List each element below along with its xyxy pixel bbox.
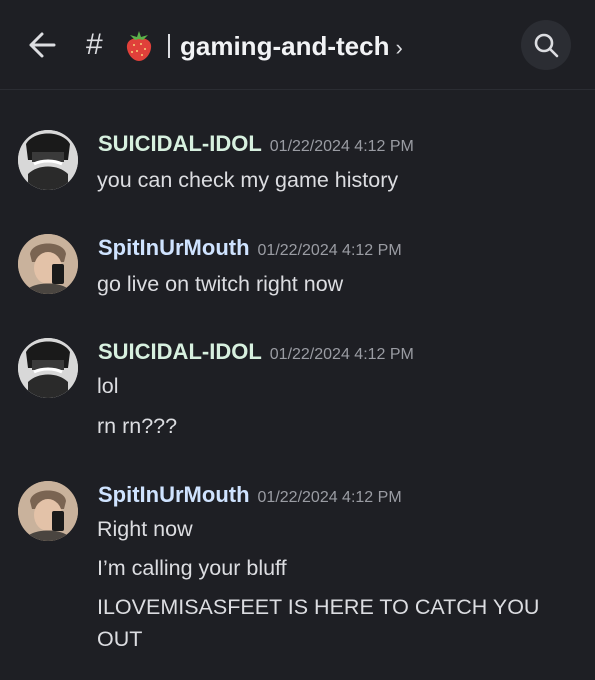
- message-text: OUT: [97, 627, 143, 651]
- channel-name-label: gaming-and-tech: [180, 31, 390, 61]
- header-divider: [168, 34, 170, 58]
- timestamp: 01/22/2024 4:12 PM: [269, 346, 414, 363]
- message-text: rn rn???: [97, 414, 178, 438]
- message-text: ILOVEMISASFEET IS HERE TO CATCH YOU: [97, 595, 540, 619]
- strawberry-icon: [124, 28, 154, 62]
- channel-title[interactable]: gaming-and-tech ›: [180, 30, 403, 64]
- username[interactable]: SpitInUrMouth: [98, 482, 250, 507]
- message-text: I’m calling your bluff: [97, 556, 287, 580]
- timestamp: 01/22/2024 4:12 PM: [269, 138, 414, 155]
- message-header: SpitInUrMouth 01/22/2024 4:12 PM: [98, 234, 402, 265]
- username[interactable]: SUICIDAL-IDOL: [98, 131, 262, 156]
- message-text: Right now: [97, 517, 193, 541]
- message-text: go live on twitch right now: [97, 272, 344, 296]
- timestamp: 01/22/2024 4:12 PM: [257, 242, 402, 259]
- message-header: SpitInUrMouth 01/22/2024 4:12 PM: [98, 481, 402, 512]
- search-button[interactable]: [521, 20, 571, 70]
- avatar[interactable]: [18, 481, 78, 541]
- chevron-right-icon: ›: [395, 35, 403, 60]
- username[interactable]: SUICIDAL-IDOL: [98, 339, 262, 364]
- message-header: SUICIDAL-IDOL 01/22/2024 4:12 PM: [98, 130, 414, 161]
- channel-header: # gaming-and-tech ›: [0, 0, 595, 90]
- channel-hash-icon: #: [86, 28, 103, 61]
- timestamp: 01/22/2024 4:12 PM: [257, 489, 402, 506]
- message-text: lol: [97, 374, 119, 398]
- back-arrow-icon[interactable]: [26, 30, 56, 60]
- avatar[interactable]: [18, 130, 78, 190]
- username[interactable]: SpitInUrMouth: [98, 235, 250, 260]
- avatar[interactable]: [18, 234, 78, 294]
- message-header: SUICIDAL-IDOL 01/22/2024 4:12 PM: [98, 338, 414, 369]
- message-text: you can check my game history: [97, 168, 399, 192]
- search-icon: [534, 33, 559, 58]
- avatar[interactable]: [18, 338, 78, 398]
